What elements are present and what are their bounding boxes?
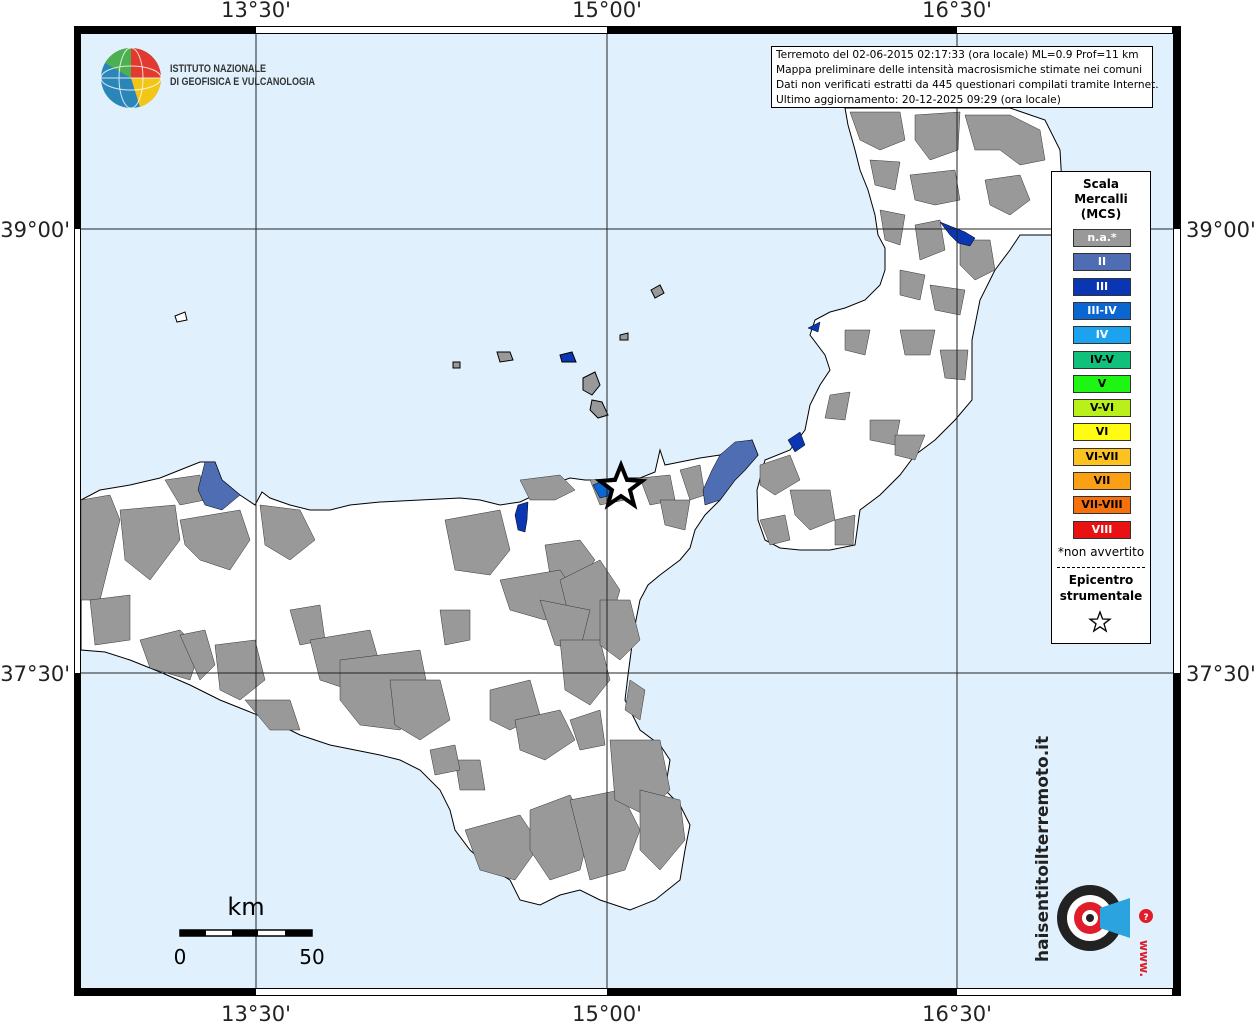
hst-logo-text: haisentitoilterremoto.it [1033, 736, 1053, 962]
lon-label-bottom-west: 13°30' [221, 1002, 291, 1024]
legend-swatch-7: V-VI [1073, 399, 1131, 418]
lat-label-left-north: 39°00' [0, 218, 70, 242]
svg-text:?: ? [1143, 913, 1148, 923]
legend-epicenter-label: Epicentro strumentale [1059, 573, 1143, 603]
lat-label-right-south: 37°30' [1186, 662, 1254, 686]
event-info-line4: Ultimo aggiornamento: 20-12-2025 09:29 (… [776, 94, 1061, 106]
legend-swatch-0: n.a.* [1073, 229, 1131, 247]
lon-label-bottom-center: 15°00' [572, 1002, 642, 1024]
event-info-box: Terremoto del 02-06-2015 02:17:33 (ora l… [771, 46, 1159, 108]
lon-label-top-center: 15°00' [572, 0, 642, 22]
lat-label-left-south: 37°30' [0, 662, 70, 686]
legend-swatch-3: III-IV [1073, 301, 1131, 320]
lat-label-right-north: 39°00' [1186, 218, 1254, 242]
legend-separator [1057, 567, 1145, 568]
legend-swatch-8: VI [1073, 423, 1131, 442]
legend-swatch-5: IV-V [1073, 350, 1131, 369]
lon-label-top-west: 13°30' [221, 0, 291, 22]
lon-label-bottom-east: 16°30' [922, 1002, 992, 1024]
legend-note: *non avvertito [1057, 545, 1145, 559]
event-info-line1: Terremoto del 02-06-2015 02:17:33 (ora l… [776, 49, 1139, 61]
lon-label-top-east: 16°30' [922, 0, 992, 22]
ingv-logo-text: ISTITUTO NAZIONALE DI GEOFISICA E VULCAN… [170, 63, 315, 89]
legend-swatch-4: IV [1073, 326, 1131, 345]
hst-logo-url: www. [1137, 940, 1151, 977]
legend-star-icon [1088, 610, 1112, 633]
legend-swatch-2: III [1073, 277, 1131, 296]
event-info-line3: Dati non verificati estratti da 445 ques… [776, 79, 1159, 91]
legend-swatch-11: VII-VIII [1073, 496, 1131, 515]
legend-swatch-9: VI-VII [1073, 447, 1131, 466]
legend-swatch-6: V [1073, 374, 1131, 393]
intensity-legend: Scala Mercalli (MCS) n.a.* II III III-IV IV I… [1051, 171, 1151, 644]
legend-title: Scala Mercalli (MCS) [1074, 177, 1128, 221]
legend-swatch-1: II [1073, 253, 1131, 272]
ingv-name-line2: DI GEOFISICA E VULCANOLOGIA [170, 76, 315, 88]
ingv-logo-icon [100, 47, 162, 109]
ingv-name-line1: ISTITUTO NAZIONALE [170, 63, 267, 75]
event-info-line2: Mappa preliminare delle intensità macros… [776, 64, 1143, 76]
scale-max: 50 [299, 945, 324, 969]
scale-unit: km [227, 893, 264, 921]
legend-swatch-12: VIII [1073, 520, 1131, 539]
legend-swatch-10: VII [1073, 472, 1131, 490]
scale-min: 0 [174, 945, 187, 969]
